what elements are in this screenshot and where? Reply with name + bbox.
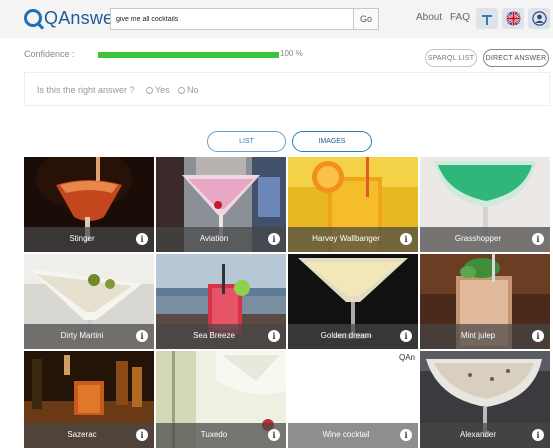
feedback-yes-radio[interactable]: Yes [146,85,170,95]
qanswer-logo[interactable]: QAnswer [24,9,119,27]
result-caption: Sea Breeze i [156,324,286,349]
result-caption: Golden dream i [288,324,418,349]
result-caption: Stinger i [24,227,154,252]
result-name: Tuxedo [200,430,228,439]
result-card-tuxedo[interactable]: Tuxedo i [156,351,286,448]
result-caption: Aviation i [156,227,286,252]
language-button[interactable] [502,8,524,29]
logo-q-icon [24,9,42,27]
result-caption: Mint julep i [420,324,550,349]
info-icon[interactable]: i [268,330,280,342]
info-icon[interactable]: i [136,330,148,342]
info-icon[interactable]: i [400,429,412,441]
go-button[interactable]: Go [353,8,379,30]
nav-about[interactable]: About [416,12,442,23]
confidence-bar [98,52,279,58]
result-caption: Tuxedo i [156,423,286,448]
result-name: Stinger [69,234,95,243]
radio-circle-icon [178,86,185,94]
uk-flag-icon [506,11,520,26]
result-caption: Dirty Martini i [24,324,154,349]
result-name: Golden dream [320,331,372,340]
search-input[interactable] [110,8,354,30]
result-name: Grasshopper [454,234,502,243]
user-button[interactable] [528,8,550,29]
result-caption: Harvey Wallbanger i [288,227,418,252]
info-icon[interactable]: i [400,330,412,342]
confidence-fill [98,52,279,58]
nav-faq[interactable]: FAQ [450,12,470,23]
result-card-dirty-martini[interactable]: Dirty Martini i [24,254,154,349]
result-name: Mint julep [460,331,496,340]
result-name: Sazerac [67,430,97,439]
result-card-grasshopper[interactable]: Grasshopper i [420,157,550,252]
result-caption: Grasshopper i [420,227,550,252]
result-name: Wine cocktail [322,430,370,439]
info-icon[interactable]: i [532,330,544,342]
result-card-sazerac[interactable]: Sazerac i [24,351,154,448]
result-card-sea-breeze[interactable]: Sea Breeze i [156,254,286,349]
top-bar: QAnswer Go About FAQ [0,0,553,38]
info-icon[interactable]: i [400,233,412,245]
feedback-panel: Is this the right answer ? Yes No [24,72,550,106]
info-icon[interactable]: i [532,429,544,441]
result-caption: Sazerac i [24,423,154,448]
result-name: Sea Breeze [193,331,235,340]
result-name: Alexander [459,430,497,439]
feedback-yes-label: Yes [155,85,170,95]
info-icon[interactable]: i [268,429,280,441]
result-card-alexander[interactable]: Alexander i [420,351,550,448]
result-card-aviation[interactable]: Aviation i [156,157,286,252]
radio-circle-icon [146,86,153,94]
confidence-value: 100 % [280,49,303,58]
result-card-wine-cocktail[interactable]: QAn Wine cocktail i [288,351,418,448]
images-view-button[interactable]: IMAGES [292,131,372,152]
list-view-button[interactable]: LIST [207,131,286,152]
info-icon[interactable]: i [532,233,544,245]
confidence-label: Confidence : [24,49,75,59]
result-name: Harvey Wallbanger [312,234,380,243]
info-icon[interactable]: i [136,429,148,441]
info-icon[interactable]: i [268,233,280,245]
direct-answer-button[interactable]: DIRECT ANSWER [483,49,549,67]
feedback-question: Is this the right answer ? [37,85,135,95]
tools-button[interactable] [476,8,498,29]
sparql-list-button[interactable]: SPARQL LIST [425,49,477,67]
result-name: Aviation [199,234,229,243]
feedback-no-radio[interactable]: No [178,85,199,95]
placeholder-logo-text: QAn [398,353,415,362]
info-icon[interactable]: i [136,233,148,245]
logo-text: QAnswer [44,8,120,28]
result-card-mint-julep[interactable]: Mint julep i [420,254,550,349]
result-caption: Wine cocktail i [288,423,418,448]
feedback-no-label: No [187,85,199,95]
user-icon [531,11,547,26]
result-name: Dirty Martini [60,331,104,340]
result-card-golden-dream[interactable]: Golden dream i [288,254,418,349]
result-card-stinger[interactable]: Stinger i [24,157,154,252]
result-card-harvey-wallbanger[interactable]: Harvey Wallbanger i [288,157,418,252]
tools-icon [482,14,492,25]
result-caption: Alexander i [420,423,550,448]
